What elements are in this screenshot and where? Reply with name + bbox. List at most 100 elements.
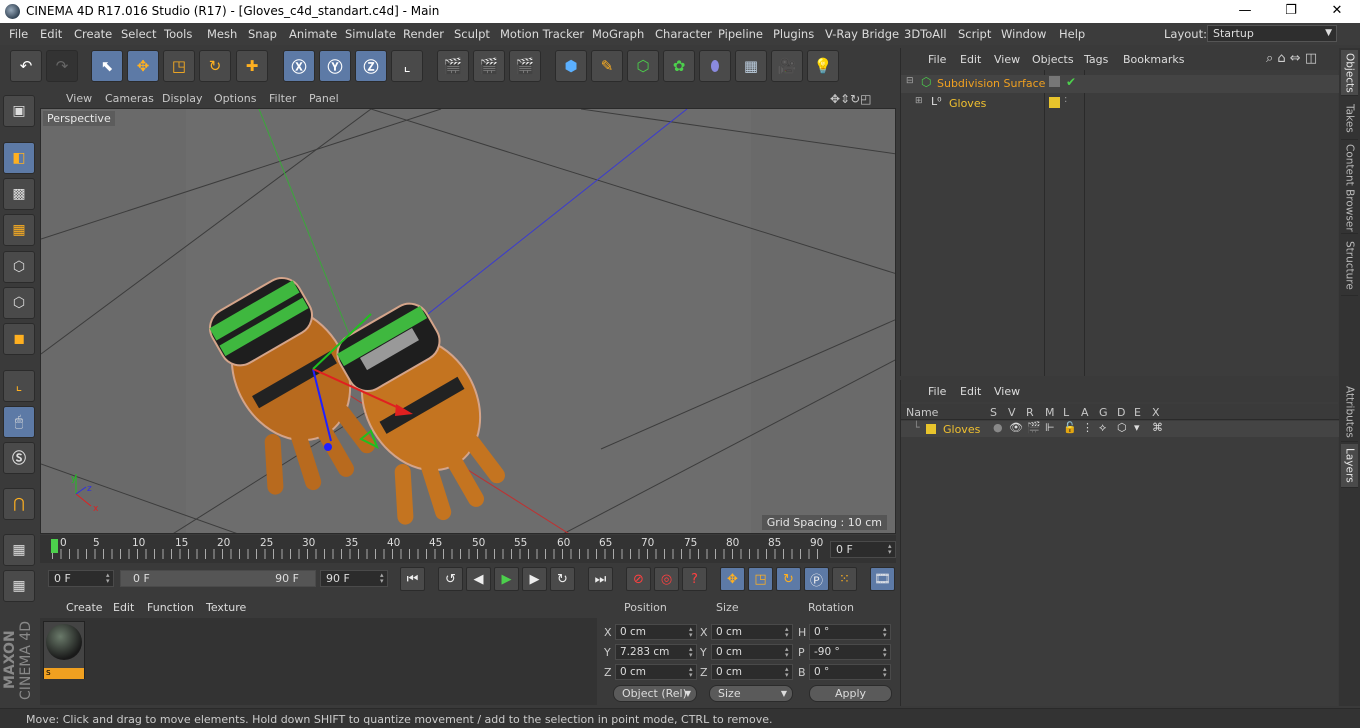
layout-dropdown[interactable]: Startup ▼	[1207, 25, 1337, 42]
deformer-icon[interactable]: ⬮	[699, 50, 731, 82]
object-menu-file[interactable]: File	[928, 53, 946, 66]
texture-mode-icon[interactable]: ▩	[3, 178, 35, 210]
material-swatch[interactable]: s	[43, 621, 85, 679]
expression-icon[interactable]: ▾	[1134, 421, 1140, 434]
layer-color-swatch[interactable]	[1049, 97, 1060, 108]
cube-primitive-icon[interactable]: ⬢	[555, 50, 587, 82]
position-z-field[interactable]: 0 cm	[615, 664, 697, 680]
menu-plugins[interactable]: Plugins	[773, 27, 814, 41]
column-locked[interactable]: L	[1063, 406, 1069, 419]
record-rotation-icon[interactable]: ↻	[776, 567, 801, 591]
model-mode-icon[interactable]: ◧	[3, 142, 35, 174]
minimize-button[interactable]: —	[1222, 0, 1268, 23]
autokeying-icon[interactable]: ◎	[654, 567, 679, 591]
min-time-field[interactable]: 0 F	[48, 570, 114, 587]
current-frame-field[interactable]: 0 F	[830, 541, 896, 558]
coordinate-system-icon[interactable]: ⌞	[391, 50, 423, 82]
tab-takes[interactable]: Takes	[1341, 98, 1358, 140]
menu-render[interactable]: Render	[403, 27, 444, 41]
column-deformers[interactable]: D	[1117, 406, 1125, 419]
menu-mograph[interactable]: MoGraph	[592, 27, 644, 41]
layer-row-gloves[interactable]: └ Gloves ● 👁 🎬 ⊩ 🔓 ⋮ ⟡ ⬡ ▾ ⌘	[901, 421, 1339, 437]
object-row-gloves[interactable]: ⊞ L⁰ Gloves :	[901, 94, 1339, 113]
floor-icon[interactable]: ▦	[735, 50, 767, 82]
object-row-subdivision[interactable]: ⊟ ⬡ Subdivision Surface ✔	[901, 75, 1339, 93]
tab-attributes[interactable]: Attributes	[1341, 382, 1358, 442]
menu-create[interactable]: Create	[74, 27, 112, 41]
size-x-field[interactable]: 0 cm	[711, 624, 793, 640]
record-scale-icon[interactable]: ◳	[748, 567, 773, 591]
column-animation[interactable]: A	[1081, 406, 1089, 419]
viewport-menu-options[interactable]: Options	[214, 92, 256, 105]
light-icon[interactable]: 💡	[807, 50, 839, 82]
object-manager-nav-icons[interactable]: ⌕ ⌂ ⇔ ◫	[1266, 51, 1317, 66]
viewport-menu-display[interactable]: Display	[162, 92, 203, 105]
pen-spline-icon[interactable]: ✎	[591, 50, 623, 82]
render-picture-viewer-icon[interactable]: 🎬	[473, 50, 505, 82]
undo-icon[interactable]: ↶	[10, 50, 42, 82]
edges-mode-icon[interactable]: ⬡	[3, 287, 35, 319]
object-menu-edit[interactable]: Edit	[960, 53, 981, 66]
object-menu-view[interactable]: View	[994, 53, 1020, 66]
material-menu-create[interactable]: Create	[66, 601, 103, 614]
menu-edit[interactable]: Edit	[40, 27, 62, 41]
next-keyframe-icon[interactable]: ↻	[550, 567, 575, 591]
rotation-h-field[interactable]: 0 °	[809, 624, 891, 640]
layer-menu-file[interactable]: File	[928, 385, 946, 398]
z-axis-lock-icon[interactable]: Ⓩ	[355, 50, 387, 82]
size-z-field[interactable]: 0 cm	[711, 664, 793, 680]
tweak-mode-icon[interactable]: 🖱	[3, 406, 35, 438]
tab-content-browser[interactable]: Content Browser	[1341, 142, 1358, 234]
make-editable-icon[interactable]: ▣	[3, 95, 35, 127]
viewport-menu-view[interactable]: View	[66, 92, 92, 105]
rotation-b-field[interactable]: 0 °	[809, 664, 891, 680]
menu-script[interactable]: Script	[958, 27, 991, 41]
enabled-check-icon[interactable]: ✔	[1066, 75, 1076, 89]
menu-vray-bridge[interactable]: V-Ray Bridge	[825, 27, 899, 41]
column-solo[interactable]: S	[990, 406, 997, 419]
solo-dot-icon[interactable]: ●	[993, 421, 1003, 434]
workplane-icon[interactable]: ▦	[3, 214, 35, 246]
camera-icon[interactable]: 🎥	[771, 50, 803, 82]
record-position-icon[interactable]: ✥	[720, 567, 745, 591]
menu-character[interactable]: Character	[655, 27, 712, 41]
menu-file[interactable]: File	[9, 27, 28, 41]
layer-color-swatch[interactable]	[926, 424, 936, 434]
preview-range-slider[interactable]: 0 F 90 F	[120, 570, 316, 587]
menu-help[interactable]: Help	[1059, 27, 1085, 41]
subdivision-surface-icon[interactable]: ⬡	[627, 50, 659, 82]
generator-icon[interactable]: ⟡	[1099, 421, 1106, 435]
position-y-field[interactable]: 7.283 cm	[615, 644, 697, 660]
redo-icon[interactable]: ↷	[46, 50, 78, 82]
deformer-icon[interactable]: ⬡	[1117, 421, 1127, 434]
go-to-start-icon[interactable]: ⏮	[400, 567, 425, 591]
viewport-menu-cameras[interactable]: Cameras	[105, 92, 154, 105]
collapse-icon[interactable]: ⊟	[906, 76, 914, 86]
solo-mode-icon[interactable]: Ⓢ	[3, 442, 35, 474]
planar-workplane-icon[interactable]: ▦	[3, 570, 35, 602]
material-menu-edit[interactable]: Edit	[113, 601, 134, 614]
column-xref[interactable]: X	[1152, 406, 1160, 419]
viewport-menu-panel[interactable]: Panel	[309, 92, 339, 105]
x-axis-lock-icon[interactable]: Ⓧ	[283, 50, 315, 82]
manager-icon[interactable]: ⊩	[1045, 421, 1055, 434]
column-name[interactable]: Name	[906, 406, 938, 419]
apply-button[interactable]: Apply	[809, 685, 892, 702]
render-clapper-icon[interactable]: 🎬	[1027, 421, 1041, 434]
move-tool-icon[interactable]: ✥	[127, 50, 159, 82]
record-active-objects-icon[interactable]: ⊘	[626, 567, 651, 591]
go-to-end-icon[interactable]: ⏭	[588, 567, 613, 591]
rotate-tool-icon[interactable]: ↻	[199, 50, 231, 82]
maximize-button[interactable]: ❐	[1268, 0, 1314, 23]
menu-pipeline[interactable]: Pipeline	[718, 27, 763, 41]
size-mode-dropdown[interactable]: Size ▼	[709, 685, 793, 702]
viewport-navigation-icon[interactable]: ✥⇕↻◰	[830, 92, 872, 106]
close-button[interactable]: ✕	[1314, 0, 1360, 23]
position-x-field[interactable]: 0 cm	[615, 624, 697, 640]
tab-layers[interactable]: Layers	[1341, 444, 1358, 488]
menu-animate[interactable]: Animate	[289, 27, 337, 41]
lock-icon[interactable]: 🔓	[1063, 421, 1077, 434]
material-menu-function[interactable]: Function	[147, 601, 194, 614]
render-settings-icon[interactable]: 🎬	[509, 50, 541, 82]
layer-menu-edit[interactable]: Edit	[960, 385, 981, 398]
